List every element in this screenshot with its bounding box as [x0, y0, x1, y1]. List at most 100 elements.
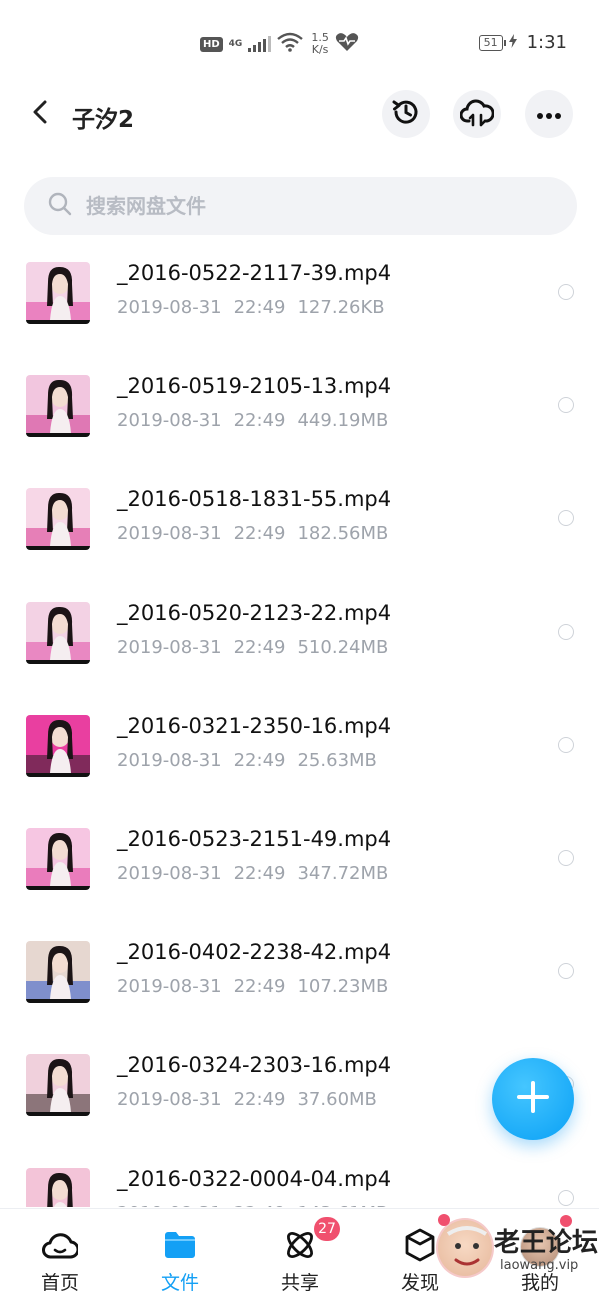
file-size: 449.19MB: [297, 410, 389, 432]
add-button[interactable]: [492, 1058, 574, 1140]
nav-home[interactable]: 首页: [0, 1209, 120, 1298]
wifi-icon: [277, 32, 304, 56]
select-radio[interactable]: [558, 736, 574, 753]
search-icon: [48, 192, 72, 220]
file-date: 2019-08-31: [117, 1089, 222, 1111]
back-arrow-icon: [32, 100, 48, 128]
file-meta: 2019-08-31 22:49 347.72MB: [117, 863, 388, 884]
file-size: 127.26KB: [297, 297, 385, 318]
file-date: 2019-08-31: [117, 523, 222, 545]
file-date: 2019-08-31: [117, 976, 222, 998]
file-time: 22:49: [233, 523, 286, 545]
nav-files[interactable]: 文件: [120, 1209, 240, 1298]
search-bar[interactable]: [24, 177, 577, 235]
watermark-dot-left: [438, 1214, 450, 1226]
watermark-title: 老王论坛: [494, 1228, 599, 1258]
file-meta: 2019-08-31 22:49 510.24MB: [117, 637, 388, 658]
select-radio[interactable]: [558, 284, 574, 300]
file-row[interactable]: _2016-0519-2105-13.mp4 2019-08-31 22:49 449…: [0, 360, 599, 473]
file-name: _2016-0522-2117-39.mp4: [117, 261, 392, 285]
nav-files-label: 文件: [160, 1272, 199, 1294]
search-input[interactable]: [86, 194, 526, 218]
select-radio[interactable]: [558, 963, 574, 980]
file-size: 37.60MB: [297, 1089, 377, 1111]
file-time: 22:49: [233, 297, 286, 318]
health-heart-icon: [335, 32, 359, 56]
file-name: _2016-0402-2238-42.mp4: [117, 940, 392, 965]
file-size: 347.72MB: [297, 862, 389, 884]
file-row[interactable]: _2016-0522-2117-39.mp4 2019-08-31 22:49 127…: [0, 247, 599, 360]
file-meta: 2019-08-31 22:49 182.56MB: [117, 523, 388, 544]
nav-share-label: 共享: [280, 1272, 319, 1294]
video-thumbnail: [26, 262, 90, 324]
watermark-url: laowang.vip: [500, 1258, 579, 1273]
select-radio[interactable]: [558, 1189, 574, 1206]
watermark: 老王论坛 laowang.vip: [436, 1214, 599, 1282]
video-thumbnail: [26, 375, 90, 438]
video-thumbnail: [26, 1167, 90, 1207]
network-speed: 1.5 K/s: [311, 32, 329, 56]
file-row[interactable]: _2016-0518-1831-55.mp4 2019-08-31 22:49 182…: [0, 473, 599, 586]
status-bar: HD 4G 1.5 K/s 51 1:31: [0, 0, 599, 86]
file-row[interactable]: _2016-0402-2238-42.mp4 2019-08-31 22:49 107…: [0, 926, 599, 1039]
signal-icon: [248, 36, 272, 52]
file-row[interactable]: _2016-0520-2123-22.mp4 2019-08-31 22:49 510…: [0, 587, 599, 700]
file-name: _2016-0324-2303-16.mp4: [117, 1053, 392, 1078]
file-row[interactable]: _2016-0321-2350-16.mp4 2019-08-31 22:49 25.…: [0, 700, 599, 813]
file-time: 22:49: [233, 636, 286, 658]
back-button[interactable]: [24, 98, 56, 130]
app-header: 子汐2: [0, 86, 599, 146]
clock: 1:31: [526, 32, 567, 53]
page-title: 子汐2: [72, 107, 135, 133]
battery-icon: 51: [478, 34, 506, 51]
file-date: 2019-08-31: [117, 297, 222, 318]
file-name: _2016-0523-2151-49.mp4: [117, 826, 392, 851]
select-radio[interactable]: [558, 397, 574, 414]
file-size: 107.23MB: [297, 976, 389, 998]
file-name: _2016-0518-1831-55.mp4: [117, 487, 392, 512]
more-button[interactable]: [525, 90, 573, 138]
history-button[interactable]: [382, 90, 430, 138]
speed-unit: K/s: [311, 43, 329, 56]
discover-cube-icon: [402, 1227, 438, 1263]
file-date: 2019-08-31: [117, 636, 222, 658]
file-meta: 2019-08-31 22:49 37.60MB: [117, 1089, 377, 1110]
watermark-logo: [436, 1218, 494, 1278]
cloud-upload-button[interactable]: [453, 90, 501, 138]
charging-icon: [508, 33, 517, 52]
file-size: 143.61MB: [297, 1203, 388, 1208]
more-icon: [536, 105, 562, 124]
video-thumbnail: [26, 488, 90, 551]
nav-home-label: 首页: [40, 1272, 79, 1294]
folder-icon: [162, 1227, 198, 1263]
file-date: 2019-08-31: [117, 749, 222, 771]
file-time: 22:49: [234, 1203, 286, 1208]
share-badge: 27: [314, 1217, 340, 1241]
file-size: 182.56MB: [297, 523, 389, 545]
file-meta: 2019-08-31 22:49 143.61MB: [117, 1203, 388, 1208]
status-left: HD 4G 1.5 K/s: [200, 32, 359, 56]
history-icon: [391, 97, 421, 131]
file-size: 25.63MB: [297, 749, 377, 771]
nav-share[interactable]: 27 共享: [240, 1209, 360, 1298]
file-row[interactable]: _2016-0322-0004-04.mp4 2019-08-31 22:49 143…: [0, 1153, 599, 1208]
file-time: 22:49: [233, 749, 286, 771]
file-meta: 2019-08-31 22:49 25.63MB: [117, 750, 377, 771]
select-radio[interactable]: [558, 510, 574, 527]
file-meta: 2019-08-31 22:49 107.23MB: [117, 976, 388, 997]
file-name: _2016-0519-2105-13.mp4: [117, 374, 392, 399]
select-radio[interactable]: [558, 849, 574, 866]
file-time: 22:49: [233, 410, 286, 432]
home-cloud-icon: [42, 1227, 78, 1263]
hd-icon: HD: [200, 36, 223, 52]
network-type: 4G: [228, 38, 243, 49]
file-name: _2016-0321-2350-16.mp4: [117, 713, 392, 738]
file-date: 2019-08-31: [117, 1203, 222, 1208]
select-radio[interactable]: [558, 623, 574, 640]
file-row[interactable]: _2016-0523-2151-49.mp4 2019-08-31 22:49 347…: [0, 813, 599, 926]
file-size: 510.24MB: [297, 636, 389, 658]
cloud-upload-icon: [459, 97, 495, 131]
file-name: _2016-0322-0004-04.mp4: [117, 1166, 392, 1191]
file-time: 22:49: [233, 1089, 286, 1111]
share-atom-icon: [282, 1227, 318, 1263]
